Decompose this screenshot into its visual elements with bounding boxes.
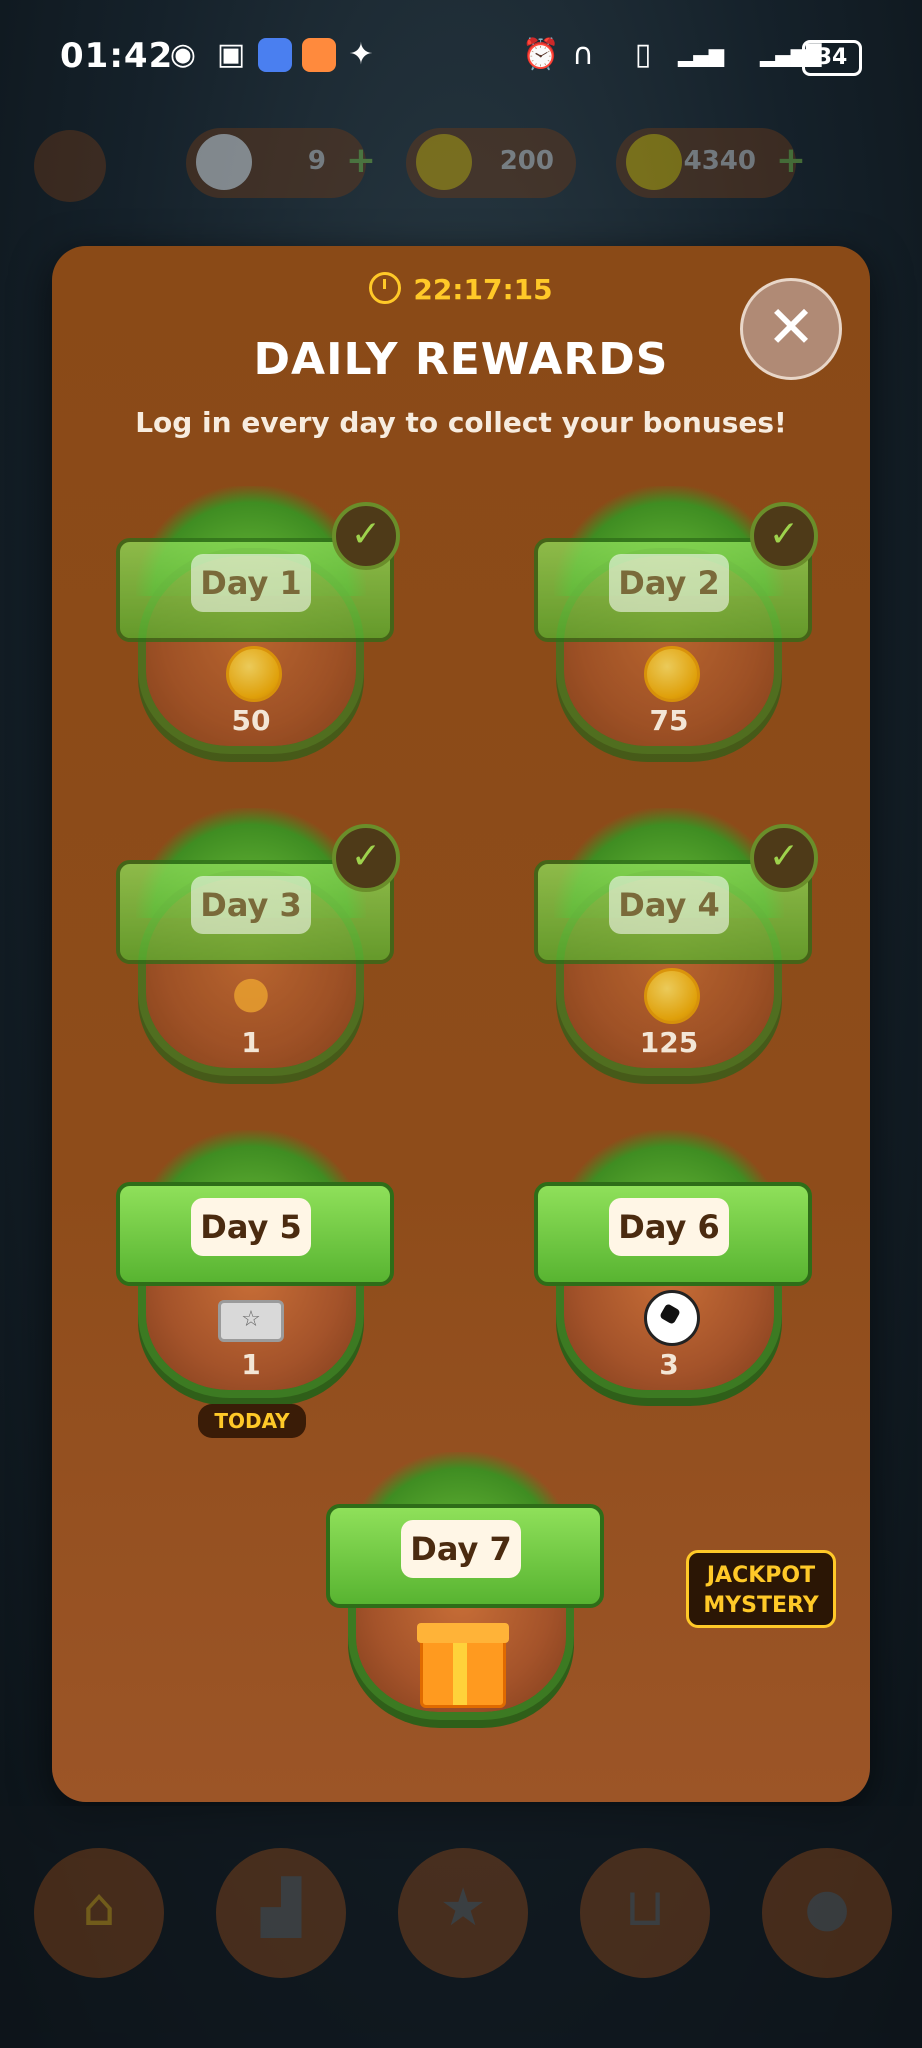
day-label: Day 1: [191, 554, 311, 612]
balls-value: 9: [307, 146, 326, 176]
timer-text: 22:17:15: [413, 273, 553, 306]
jackpot-mystery-badge: JACKPOT MYSTERY: [686, 1550, 836, 1628]
headphones-icon: ∩: [572, 37, 594, 72]
claimed-check-icon: ✓: [750, 502, 818, 570]
app-icon-blue: [258, 38, 292, 72]
clock-time: 01:42: [60, 36, 174, 76]
nav-profile[interactable]: ●: [762, 1848, 892, 1978]
home-icon: ⌂: [82, 1878, 116, 1938]
dialog-subtitle: Log in every day to collect your bonuses…: [135, 406, 787, 439]
signal-4g-icon: ▂▄▆: [678, 43, 725, 67]
nav-shop[interactable]: ⊔: [580, 1848, 710, 1978]
add-coins-icon[interactable]: +: [776, 140, 806, 181]
ticket-icon: ☆: [218, 1300, 284, 1342]
shop-cart-icon: ⊔: [624, 1878, 666, 1938]
day-label: Day 4: [609, 876, 729, 934]
claimed-check-icon: ✓: [750, 824, 818, 892]
coins-counter[interactable]: 4340 +: [616, 128, 806, 198]
status-bar: 01:42 ◉ ▣ ✦ ⏰ ∩ ▯ ▂▄▆ ▂▄▆█ 34: [0, 0, 922, 110]
claimed-check-icon: ✓: [332, 502, 400, 570]
day-card-6[interactable]: Day 6 3: [524, 1130, 814, 1420]
gift-icon: [417, 1623, 509, 1708]
reward-amount: 75: [649, 704, 689, 737]
balls-counter[interactable]: 9 +: [186, 128, 376, 198]
accessibility-icon: ✦: [348, 37, 374, 72]
coin-icon: [644, 646, 700, 702]
trophy-icon: ★: [439, 1878, 487, 1938]
reward-amount: 1: [241, 1348, 261, 1381]
bottom-nav: ⌂ ▟ ★ ⊔ ●: [0, 1806, 922, 2048]
day-card-5[interactable]: Day 5 ☆ 1: [106, 1130, 396, 1420]
nfc-icon: ▣: [216, 37, 246, 72]
stars-value: 200: [499, 146, 554, 176]
coins-value: 4340: [683, 146, 756, 176]
star-icon: [416, 134, 472, 190]
app-icon-orange: [302, 38, 336, 72]
hint-bulb-icon: ●: [231, 967, 271, 1018]
day-card-2[interactable]: Day 2 75 ✓: [524, 486, 818, 776]
reward-amount: 125: [639, 1026, 699, 1059]
day-label: Day 7: [401, 1520, 521, 1578]
eye-icon: ◉: [169, 37, 197, 72]
nav-leaderboard[interactable]: ▟: [216, 1848, 346, 1978]
profile-icon: ●: [804, 1878, 850, 1938]
nav-trophy[interactable]: ★: [398, 1848, 528, 1978]
leaderboard-icon: ▟: [261, 1878, 301, 1938]
resource-bar: 9 + 200 4340 +: [0, 120, 922, 220]
soccer-ball-icon: [196, 134, 252, 190]
day-card-4[interactable]: Day 4 125 ✓: [524, 808, 818, 1098]
close-icon: ✕: [766, 293, 816, 361]
today-badge: TODAY: [198, 1404, 306, 1438]
coin-icon: [644, 968, 700, 1024]
vibrate-icon: ▯: [634, 37, 652, 72]
reward-amount: 1: [241, 1026, 261, 1059]
close-button[interactable]: ✕: [740, 278, 842, 380]
battery-indicator: 34: [802, 40, 862, 76]
coin-icon: [626, 134, 682, 190]
clock-icon: [369, 272, 402, 304]
coin-icon: [226, 646, 282, 702]
day-label: Day 5: [191, 1198, 311, 1256]
soccer-ball-icon: [644, 1290, 700, 1346]
day-label: Day 6: [609, 1198, 729, 1256]
reward-amount: 3: [659, 1348, 679, 1381]
stars-counter: 200: [406, 128, 576, 198]
add-balls-icon[interactable]: +: [346, 140, 376, 181]
day-label: Day 3: [191, 876, 311, 934]
day-label: Day 2: [609, 554, 729, 612]
alarm-icon: ⏰: [522, 37, 560, 72]
signal-icon: ▂▄▆█: [760, 43, 822, 67]
reward-amount: 50: [231, 704, 271, 737]
claimed-check-icon: ✓: [332, 824, 400, 892]
day-card-1[interactable]: Day 1 50 ✓: [106, 486, 400, 776]
settings-gear-icon[interactable]: [34, 130, 106, 202]
day-card-3[interactable]: Day 3 ● 1 ✓: [106, 808, 400, 1098]
nav-home[interactable]: ⌂: [34, 1848, 164, 1978]
